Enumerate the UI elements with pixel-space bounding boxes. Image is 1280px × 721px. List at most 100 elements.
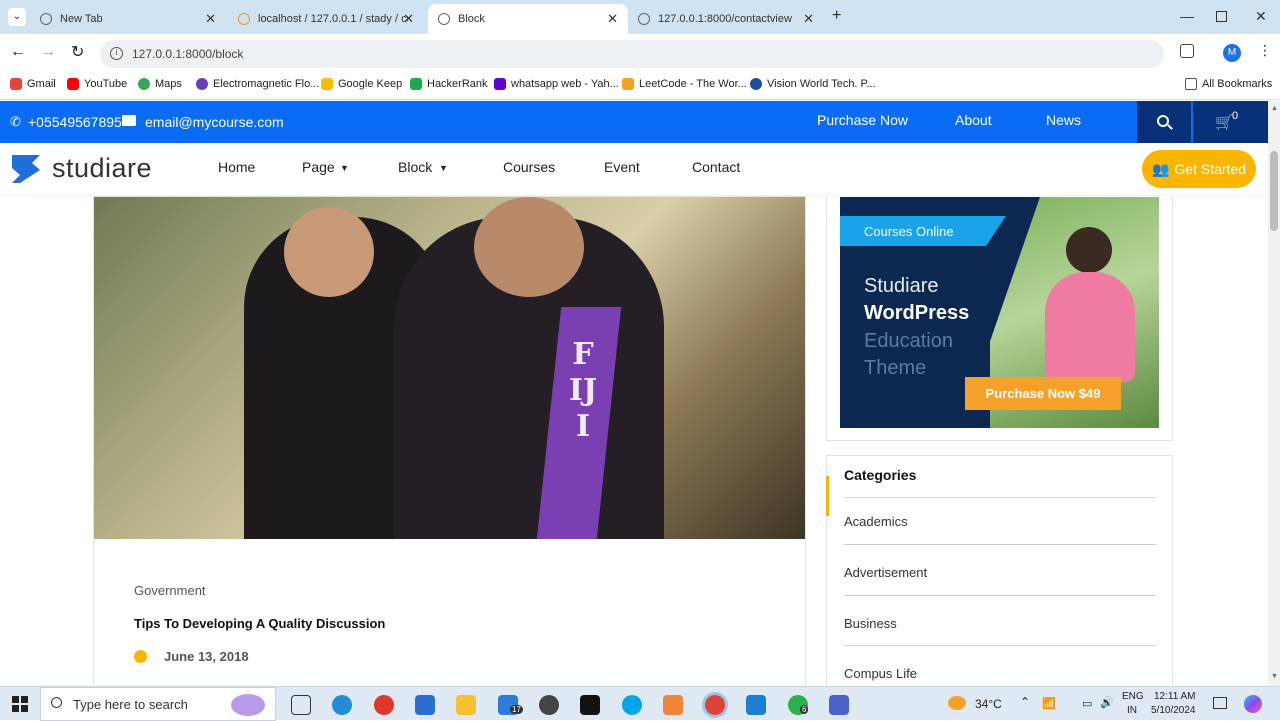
copilot-icon[interactable]	[1244, 695, 1262, 713]
envelope-icon	[122, 115, 136, 126]
category-link[interactable]: Business	[844, 616, 897, 631]
bookmark-hackerrank[interactable]: HackerRank	[410, 78, 488, 90]
news-link[interactable]: News	[1046, 112, 1081, 128]
bookmark-leetcode[interactable]: LeetCode - The Wor...	[622, 78, 747, 90]
post-title[interactable]: Tips To Developing A Quality Discussion	[134, 616, 385, 631]
tab-localhost[interactable]: localhost / 127.0.0.1 / stady / co ✕	[228, 4, 424, 34]
category-link[interactable]: Academics	[844, 514, 908, 529]
logo-icon[interactable]	[10, 153, 44, 185]
purchase-now-link[interactable]: Purchase Now	[817, 112, 908, 128]
clock-icon	[134, 650, 147, 663]
skype-icon[interactable]	[622, 695, 642, 715]
category-link[interactable]: Advertisement	[844, 565, 927, 580]
nav-home[interactable]: Home	[218, 159, 255, 175]
category-link[interactable]: Compus Life	[844, 666, 917, 681]
bookmark-vision-world[interactable]: Vision World Tech. P...	[750, 78, 876, 90]
tab-contactview[interactable]: 127.0.0.1:8000/contactview ✕	[628, 4, 824, 34]
wps-icon[interactable]	[374, 695, 394, 715]
windows-start-icon[interactable]	[12, 696, 28, 712]
ad-purchase-button[interactable]: Purchase Now $49	[965, 377, 1121, 410]
terminal-icon[interactable]	[580, 695, 600, 715]
window-close-icon[interactable]: ✕	[1255, 8, 1267, 25]
tab-label: New Tab	[60, 13, 103, 25]
file-explorer-icon[interactable]	[456, 695, 476, 715]
battery-icon[interactable]: ▭	[1082, 697, 1092, 710]
edge-icon[interactable]	[332, 695, 352, 715]
ad-line4: Theme	[864, 357, 927, 379]
bookmark-google-keep[interactable]: Google Keep	[321, 78, 402, 90]
app-icon[interactable]	[829, 695, 849, 715]
blog-post-card: FIJI Government Tips To Developing A Qua…	[93, 196, 806, 686]
maximize-icon[interactable]	[1216, 11, 1227, 22]
browser-menu-icon[interactable]: ⋮	[1258, 42, 1272, 59]
extensions-icon[interactable]	[1180, 44, 1194, 58]
close-icon[interactable]: ✕	[403, 11, 414, 27]
bookmark-maps[interactable]: Maps	[138, 78, 182, 90]
caret-down-icon: ▼	[340, 163, 349, 173]
profile-avatar[interactable]: M	[1223, 44, 1241, 62]
chevron-up-icon[interactable]: ⌃	[1020, 695, 1030, 709]
post-category[interactable]: Government	[134, 583, 206, 598]
bookmark-whatsapp-web[interactable]: whatsapp web - Yah...	[494, 78, 619, 90]
bookmark-gmail[interactable]: Gmail	[10, 78, 56, 90]
weather-temp[interactable]: 34°C	[975, 697, 1002, 711]
xampp-icon[interactable]	[663, 695, 683, 715]
all-bookmarks[interactable]: All Bookmarks	[1185, 78, 1272, 90]
clock-time[interactable]: 12:11 AM	[1154, 691, 1196, 702]
site-info-icon[interactable]: i	[110, 47, 123, 60]
bookmark-electromagnetic[interactable]: Electromagnetic Flo...	[196, 78, 319, 90]
nav-event[interactable]: Event	[604, 159, 640, 175]
youtube-icon	[67, 78, 79, 90]
email-link[interactable]: email@mycourse.com	[145, 114, 284, 130]
close-icon[interactable]: ✕	[205, 11, 216, 27]
forward-arrow-icon[interactable]: →	[40, 43, 56, 61]
language-primary[interactable]: ENG	[1122, 691, 1144, 702]
ad-banner[interactable]: Courses Online Studiare WordPress Educat…	[840, 197, 1159, 428]
close-icon[interactable]: ✕	[607, 11, 618, 27]
vscode-icon[interactable]	[746, 695, 766, 715]
clock-date[interactable]: 5/10/2024	[1151, 705, 1196, 716]
tab-label: Block	[458, 13, 485, 25]
maps-pin-icon	[138, 78, 150, 90]
search-button[interactable]	[1137, 101, 1191, 143]
volume-icon[interactable]: 🔊	[1100, 696, 1114, 709]
about-link[interactable]: About	[955, 112, 992, 128]
nav-contact[interactable]: Contact	[692, 159, 740, 175]
back-arrow-icon[interactable]: ←	[10, 43, 26, 61]
scroll-down-icon[interactable]: ▼	[1271, 673, 1278, 680]
nav-page[interactable]: Page	[302, 159, 335, 175]
tab-block[interactable]: Block ✕	[428, 4, 628, 34]
phone-number[interactable]: +05549567895	[28, 114, 122, 130]
chrome-icon[interactable]	[705, 695, 725, 715]
close-icon[interactable]: ✕	[803, 11, 814, 27]
windows-taskbar: Type here to search 17 6 34°C ⌃ 📶 ▭ 🔊 EN…	[0, 686, 1280, 721]
main-navbar: studiare Home Page ▼ Block ▼ Courses Eve…	[0, 143, 1268, 195]
tab-search-icon[interactable]: ⌄	[8, 8, 26, 26]
network-icon[interactable]: 📶	[1042, 697, 1056, 710]
get-started-button[interactable]: 👥 Get Started	[1142, 150, 1256, 188]
scroll-up-icon[interactable]: ▲	[1271, 105, 1278, 112]
task-view-icon[interactable]	[291, 695, 311, 715]
store-icon[interactable]	[415, 695, 435, 715]
address-bar[interactable]: i 127.0.0.1:8000/block	[100, 40, 1164, 68]
cart-count-badge: 0	[1232, 110, 1239, 122]
cart-icon: 🛒	[1215, 114, 1234, 131]
nav-courses[interactable]: Courses	[503, 159, 555, 175]
logo-text[interactable]: studiare	[52, 153, 152, 184]
minimize-icon[interactable]: —	[1180, 8, 1194, 24]
tab-new-tab[interactable]: New Tab ✕	[30, 4, 226, 34]
new-tab-plus-icon[interactable]: +	[832, 7, 841, 25]
bookmark-youtube[interactable]: YouTube	[67, 78, 127, 90]
settings-gear-icon[interactable]	[539, 695, 559, 715]
cart-button[interactable]: 🛒 0	[1193, 101, 1268, 143]
hackerrank-icon	[410, 78, 422, 90]
taskbar-search-box[interactable]: Type here to search	[40, 687, 276, 721]
nav-block[interactable]: Block	[398, 159, 432, 175]
page-scrollbar[interactable]: ▲ ▼	[1268, 101, 1280, 686]
language-secondary[interactable]: IN	[1127, 705, 1137, 716]
post-featured-image[interactable]: FIJI	[94, 197, 805, 539]
notifications-icon[interactable]	[1213, 697, 1227, 709]
scrollbar-thumb[interactable]	[1270, 151, 1278, 231]
leetcode-icon	[622, 78, 634, 90]
reload-icon[interactable]: ↻	[71, 42, 84, 62]
